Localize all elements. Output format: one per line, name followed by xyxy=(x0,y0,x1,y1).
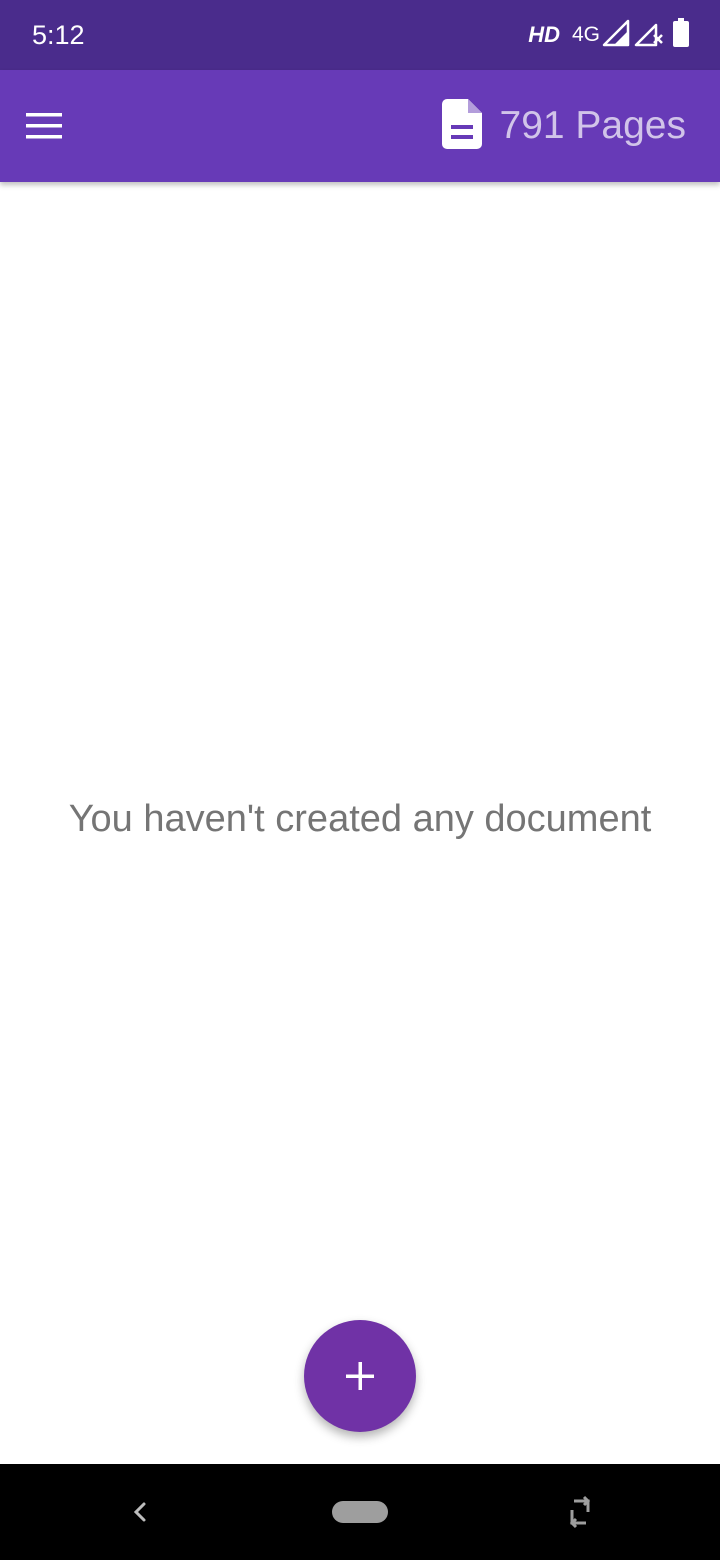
back-icon xyxy=(133,1502,146,1522)
back-button[interactable] xyxy=(122,1494,158,1530)
page-counter[interactable]: 791 Pages xyxy=(441,98,687,154)
navigation-bar xyxy=(0,1464,720,1560)
plus-icon xyxy=(346,1362,374,1390)
status-time: 5:12 xyxy=(32,20,85,50)
rotate-button[interactable] xyxy=(562,1492,598,1532)
rotate-icon xyxy=(569,1495,591,1529)
status-bar: 5:12 HD 4G xyxy=(0,0,720,70)
menu-button[interactable] xyxy=(24,102,88,150)
add-document-button[interactable] xyxy=(304,1320,416,1432)
page-count-label: 791 Pages xyxy=(499,104,687,147)
status-icons: HD 4G xyxy=(528,17,690,53)
battery-icon xyxy=(672,17,690,53)
app-bar: 791 Pages xyxy=(0,70,720,182)
hd-indicator: HD xyxy=(528,22,560,47)
document-icon xyxy=(441,98,482,154)
home-pill[interactable] xyxy=(332,1501,388,1523)
empty-state-message: You haven't created any document xyxy=(68,798,652,840)
signal-icon xyxy=(602,19,630,52)
signal-no-data-icon xyxy=(634,19,664,52)
network-type: 4G xyxy=(571,23,600,46)
menu-icon xyxy=(26,113,62,139)
